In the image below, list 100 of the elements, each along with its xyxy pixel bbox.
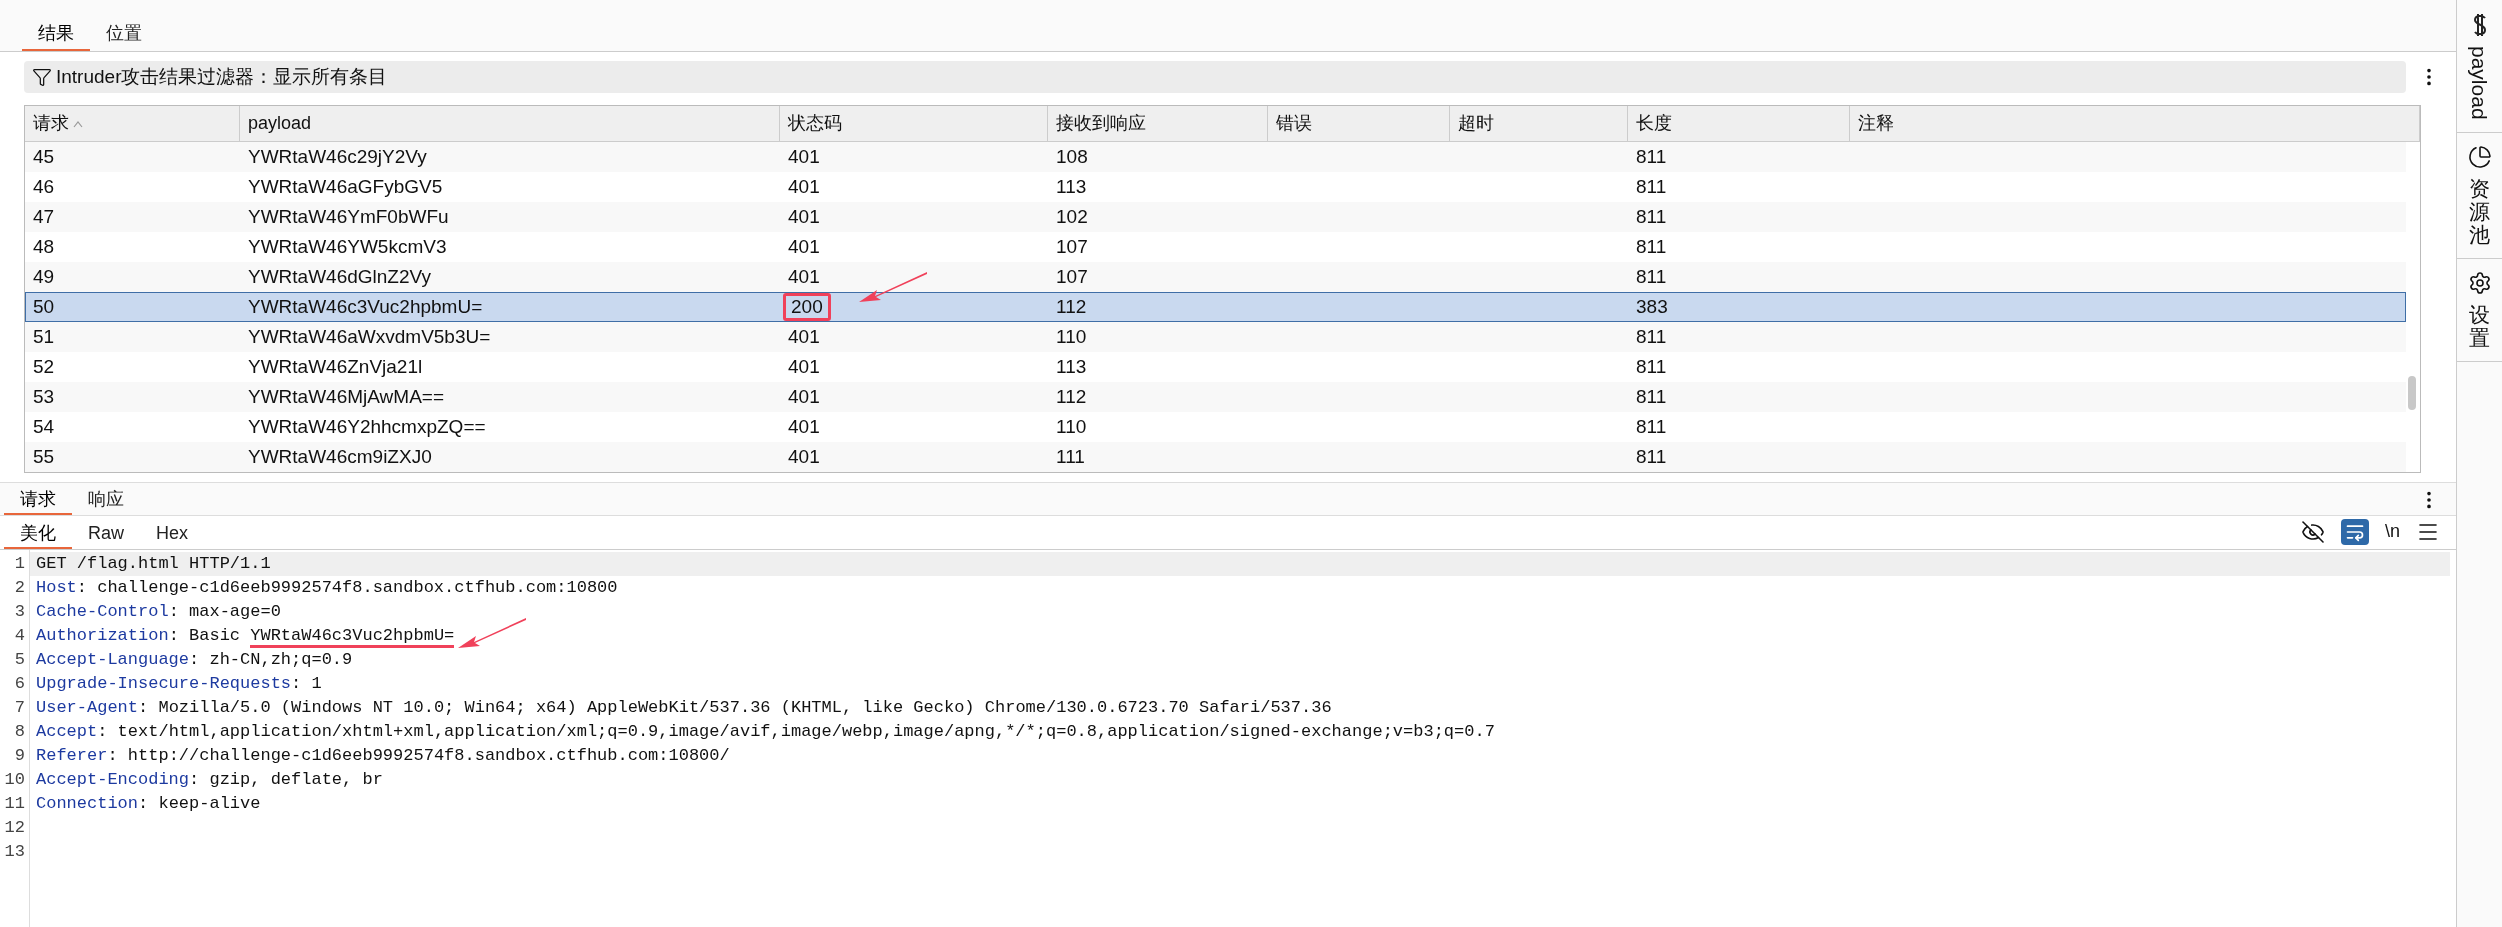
hide-icon[interactable] bbox=[2301, 519, 2325, 544]
table-cell-text: 49 bbox=[33, 264, 55, 289]
column-header[interactable]: 长度 bbox=[1628, 106, 1850, 141]
table-cell-text: 47 bbox=[33, 204, 55, 229]
line-number: 9 bbox=[14, 745, 25, 768]
table-cell-text: YWRtaW46YW5kcmV3 bbox=[248, 234, 447, 259]
line-number: 6 bbox=[14, 673, 25, 696]
tab[interactable]: 响应 bbox=[72, 485, 140, 515]
table-cell-text: 51 bbox=[33, 324, 55, 349]
column-header[interactable]: payload bbox=[240, 106, 780, 141]
line-number: 5 bbox=[14, 649, 25, 672]
table-cell-text: 112 bbox=[1056, 384, 1087, 409]
table-cell-text: 52 bbox=[33, 354, 55, 379]
wrap-toggle[interactable] bbox=[2341, 518, 2369, 545]
table-row[interactable]: 50 YWRtaW46c3Vuc2hpbmU= 200 112 383 bbox=[25, 292, 2406, 322]
line-number: 8 bbox=[14, 721, 25, 744]
table-row[interactable]: 47 YWRtaW46YmF0bWFu 401 102 811 bbox=[25, 202, 2406, 232]
filter-bar[interactable]: Intruder攻击结果过滤器：显示所有条目 bbox=[24, 61, 2406, 93]
table-row[interactable]: 49 YWRtaW46dGlnZ2Vy 401 107 811 bbox=[25, 262, 2406, 292]
table-cell-text: 811 bbox=[1636, 204, 1667, 229]
table-cell-text: 811 bbox=[1636, 444, 1667, 469]
table-cell-text: 811 bbox=[1636, 384, 1667, 409]
line-number: 12 bbox=[4, 817, 25, 840]
table-cell-text: 50 bbox=[33, 294, 55, 319]
table-cell-text: 113 bbox=[1056, 174, 1087, 199]
code-line: GET /flag.html HTTP/1.1 bbox=[36, 553, 271, 576]
table-cell-text: 811 bbox=[1636, 354, 1667, 379]
tab[interactable]: 美化 bbox=[4, 519, 72, 549]
table-cell-text: 811 bbox=[1636, 324, 1667, 349]
table-cell-text: 107 bbox=[1056, 234, 1088, 259]
sidebar-tab[interactable]: 资源池 bbox=[2457, 132, 2502, 259]
table-cell-text: YWRtaW46c3Vuc2hpbmU= bbox=[248, 294, 483, 319]
line-number: 11 bbox=[4, 793, 25, 816]
table-cell-text: 108 bbox=[1056, 144, 1088, 169]
table-row[interactable]: 53 YWRtaW46MjAwMA== 401 112 811 bbox=[25, 382, 2406, 412]
annotation-arrow bbox=[857, 270, 929, 304]
tab[interactable]: 结果 bbox=[22, 17, 90, 51]
table-cell-text: 401 bbox=[788, 174, 820, 199]
column-header[interactable]: 错误 bbox=[1268, 106, 1450, 141]
table-cell-text: YWRtaW46c29jY2Vy bbox=[248, 144, 427, 169]
line-number: 13 bbox=[4, 841, 25, 864]
code-line: Accept-Encoding: gzip, deflate, br bbox=[36, 769, 383, 792]
line-number: 4 bbox=[14, 625, 25, 648]
table-cell-text: YWRtaW46cm9iZXJ0 bbox=[248, 444, 432, 469]
table-cell-text: 53 bbox=[33, 384, 55, 409]
line-number: 2 bbox=[14, 577, 25, 600]
table-row[interactable]: 51 YWRtaW46aWxvdmV5b3U= 401 110 811 bbox=[25, 322, 2406, 352]
table-row[interactable]: 45 YWRtaW46c29jY2Vy 401 108 811 bbox=[25, 142, 2406, 172]
code-line: Cache-Control: max-age=0 bbox=[36, 601, 281, 624]
filter-icon bbox=[32, 67, 52, 87]
table-cell-text: 401 bbox=[788, 444, 820, 469]
table-cell-text: YWRtaW46aGFybGV5 bbox=[248, 174, 443, 199]
table-cell-text: YWRtaW46ZnVja21l bbox=[248, 354, 423, 379]
tab[interactable]: Raw bbox=[72, 519, 140, 549]
column-header[interactable]: 请求 bbox=[25, 106, 240, 141]
line-number: 3 bbox=[14, 601, 25, 624]
table-cell-text: YWRtaW46dGlnZ2Vy bbox=[248, 264, 431, 289]
table-cell-text: YWRtaW46Y2hhcmxpZQ== bbox=[248, 414, 486, 439]
code-line: Connection: keep-alive bbox=[36, 793, 261, 816]
table-cell-text: 102 bbox=[1056, 204, 1088, 229]
table-cell-text: YWRtaW46YmF0bWFu bbox=[248, 204, 449, 229]
column-header[interactable]: 状态码 bbox=[780, 106, 1048, 141]
table-cell-text: 811 bbox=[1636, 234, 1667, 259]
table-cell-text: 401 bbox=[788, 354, 820, 379]
pie-chart-icon bbox=[2467, 144, 2492, 169]
code-line: User-Agent: Mozilla/5.0 (Windows NT 10.0; Win64; x64) AppleWebKit/537.36 (KHTML, like Gecko) Chrome/130.0.6723.70 Safari/537.36 bbox=[36, 697, 1332, 720]
table-cell-text: 48 bbox=[33, 234, 55, 259]
table-cell-text: 401 bbox=[788, 324, 820, 349]
table-cell-text: 113 bbox=[1056, 354, 1087, 379]
table-cell-text: 811 bbox=[1636, 144, 1667, 169]
table-row[interactable]: 55 YWRtaW46cm9iZXJ0 401 111 811 bbox=[25, 442, 2406, 472]
tab[interactable]: Hex bbox=[140, 519, 205, 549]
table-cell-text: 110 bbox=[1056, 414, 1087, 439]
column-header[interactable]: 超时 bbox=[1450, 106, 1628, 141]
code-line: Authorization: Basic YWRtaW46c3Vuc2hpbmU= bbox=[36, 623, 455, 649]
table-cell-text: 54 bbox=[33, 414, 55, 439]
table-cell-text: 55 bbox=[33, 444, 55, 469]
table-cell-text: 401 bbox=[788, 204, 820, 229]
table-cell-text: 110 bbox=[1056, 324, 1087, 349]
table-cell-text: 401 bbox=[788, 414, 820, 439]
table-cell-text: 811 bbox=[1636, 264, 1667, 289]
code-line: Accept: text/html,application/xhtml+xml,application/xml;q=0.9,image/avif,image/webp,image/apng,*/*;q=0.8,application/signed-exchange;v=b3;q=0.7 bbox=[36, 721, 1495, 744]
sidebar-tab[interactable]: 设置 bbox=[2457, 258, 2502, 363]
tab[interactable]: 位置 bbox=[90, 17, 158, 51]
line-number: 7 bbox=[14, 697, 25, 720]
table-cell-text: YWRtaW46MjAwMA== bbox=[248, 384, 445, 409]
table-cell-text: 401 bbox=[788, 384, 820, 409]
line-number: 10 bbox=[4, 769, 25, 792]
column-header[interactable]: 接收到响应 bbox=[1048, 106, 1268, 141]
table-cell-text: 107 bbox=[1056, 264, 1088, 289]
table-cell-text: 811 bbox=[1636, 414, 1667, 439]
table-cell-text: 46 bbox=[33, 174, 55, 199]
column-header[interactable]: 注释 bbox=[1850, 106, 2420, 141]
scrollbar[interactable] bbox=[2408, 376, 2416, 410]
sidebar-tab[interactable]: payload bbox=[2457, 0, 2502, 133]
table-cell-text: 811 bbox=[1636, 174, 1667, 199]
table-cell-text: 401 bbox=[788, 264, 820, 289]
tab[interactable]: 请求 bbox=[4, 485, 72, 515]
newline-toggle[interactable]: \n bbox=[2385, 518, 2400, 545]
code-line: Host: challenge-c1d6eeb9992574f8.sandbox.ctfhub.com:10800 bbox=[36, 577, 618, 600]
